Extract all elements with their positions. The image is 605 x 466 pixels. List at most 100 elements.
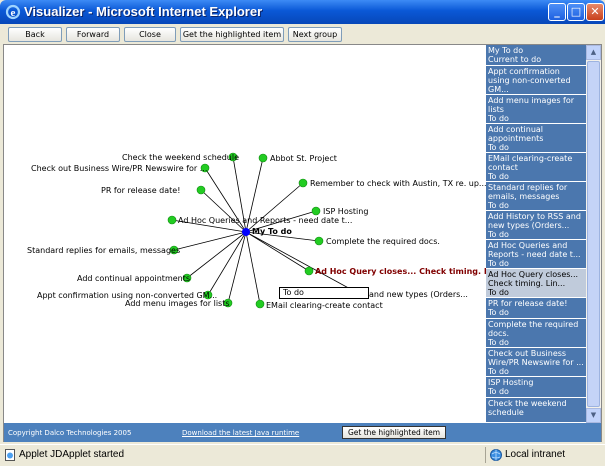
close-button[interactable]: Close: [124, 27, 176, 42]
relationship-graph[interactable]: Check the weekend schedule Abbot St. Proj…: [4, 45, 486, 423]
graph-edge: [245, 231, 310, 272]
get-highlighted-item-button[interactable]: Get the highlighted item: [180, 27, 284, 42]
list-item-type: To do: [488, 201, 509, 210]
graph-center-node[interactable]: [242, 228, 250, 236]
list-item[interactable]: ISP Hosting To do: [486, 377, 586, 398]
graph-edge: [207, 231, 247, 296]
list-item-type: To do: [488, 230, 509, 239]
internet-explorer-icon: e: [5, 4, 21, 20]
graph-node[interactable]: [255, 299, 265, 309]
window-title: Visualizer - Microsoft Internet Explorer: [24, 4, 263, 19]
list-item[interactable]: Add History to RSS and new types (Orders…: [486, 211, 586, 240]
list-item[interactable]: My To do Current to do: [486, 45, 586, 66]
list-item[interactable]: Complete the required docs. To do: [486, 319, 586, 348]
graph-node-label[interactable]: Ad Hoc Queries and Reports - need date t…: [178, 216, 352, 226]
graph-node-label[interactable]: Check out Business Wire/PR Newswire for …: [31, 164, 207, 174]
graph-canvas: [167, 152, 355, 309]
footer-get-highlighted-item-button[interactable]: Get the highlighted item: [342, 426, 446, 439]
graph-node[interactable]: [167, 215, 177, 225]
applet-footer: Copyright Dalco Technologies 2005 Downlo…: [4, 423, 601, 442]
list-item-type: To do: [488, 288, 509, 297]
graph-node-label[interactable]: Standard replies for emails, messages: [27, 246, 180, 256]
graph-node[interactable]: [196, 185, 206, 195]
list-item-name: Ad Hoc Queries and Reports - need date t…: [488, 241, 581, 259]
list-item-name: My To do: [488, 46, 524, 55]
list-item-type: To do: [488, 114, 509, 123]
graph-edge: [173, 231, 247, 251]
minimize-button[interactable]: _: [548, 3, 566, 21]
list-item-name: Standard replies for emails, messages: [488, 183, 568, 201]
graph-node-label[interactable]: Remember to check with Austin, TX re. up…: [310, 179, 486, 189]
download-java-link[interactable]: Download the latest Java runtime: [182, 429, 299, 437]
list-item[interactable]: Add menu images for lists To do: [486, 95, 586, 124]
graph-node[interactable]: [298, 178, 308, 188]
item-list[interactable]: My To do Current to do Appt confirmation u…: [486, 45, 586, 423]
forward-button[interactable]: Forward: [66, 27, 120, 42]
list-item-type: To do: [488, 367, 509, 376]
local-intranet-icon: [490, 449, 502, 461]
list-item-name: PR for release date!: [488, 299, 568, 308]
list-item-type: To do: [488, 172, 509, 181]
list-item-type: Current to do: [488, 55, 542, 64]
graph-edge: [245, 231, 261, 305]
status-bar: Applet JDApplet started Local intranet: [0, 444, 605, 466]
list-item-name: Check the weekend schedule: [488, 399, 567, 417]
list-item[interactable]: Check the weekend schedule: [486, 398, 586, 423]
graph-center-label[interactable]: My To do: [252, 227, 292, 237]
graph-node[interactable]: [304, 266, 314, 276]
list-item-type: To do: [488, 338, 509, 347]
list-item-type: To do: [488, 143, 509, 152]
scroll-thumb[interactable]: [587, 61, 600, 407]
page-icon: [5, 449, 15, 461]
list-item-name: Add menu images for lists: [488, 96, 575, 114]
graph-node-label[interactable]: and new types (Orders...: [369, 290, 468, 300]
title-bar[interactable]: e Visualizer - Microsoft Internet Explor…: [0, 0, 605, 24]
graph-edge: [227, 231, 247, 304]
graph-node-label[interactable]: EMail clearing-create contact: [266, 301, 383, 311]
list-item-name: Add History to RSS and new types (Orders…: [488, 212, 581, 230]
copyright-text: Copyright Dalco Technologies 2005: [8, 429, 132, 437]
list-item[interactable]: Ad Hoc Query closes... Check timing. Lin…: [486, 269, 586, 298]
browser-window: e Visualizer - Microsoft Internet Explor…: [0, 0, 605, 466]
svg-text:e: e: [11, 7, 16, 19]
list-item[interactable]: PR for release date! To do: [486, 298, 586, 319]
graph-node-label[interactable]: PR for release date!: [101, 186, 180, 196]
graph-node-label[interactable]: Check the weekend schedule: [122, 153, 239, 163]
list-item-name: Complete the required docs.: [488, 320, 579, 338]
graph-node-label[interactable]: Add menu images for lists: [125, 299, 230, 309]
list-item[interactable]: Ad Hoc Queries and Reports - need date t…: [486, 240, 586, 269]
graph-node-label[interactable]: Complete the required docs.: [326, 237, 440, 247]
back-button[interactable]: Back: [8, 27, 62, 42]
list-item-name: Add continual appointments: [488, 125, 544, 143]
list-item[interactable]: Standard replies for emails, messages To …: [486, 182, 586, 211]
node-tooltip: To do: [279, 287, 369, 299]
scroll-up-arrow-icon[interactable]: ▲: [586, 45, 601, 60]
graph-node-label[interactable]: Add continual appointments: [77, 274, 190, 284]
list-item-type: To do: [488, 259, 509, 268]
graph-node[interactable]: [311, 206, 321, 216]
list-item-type: To do: [488, 387, 509, 396]
list-item[interactable]: Appt confirmation using non-converted GM…: [486, 66, 586, 95]
list-item-name: Ad Hoc Query closes... Check timing. Lin…: [488, 270, 579, 288]
list-item[interactable]: EMail clearing-create contact To do: [486, 153, 586, 182]
maximize-button[interactable]: □: [567, 3, 585, 21]
list-item-name: EMail clearing-create contact: [488, 154, 573, 172]
graph-node[interactable]: [258, 153, 268, 163]
list-item-name: ISP Hosting: [488, 378, 534, 387]
list-item-name: Check out Business Wire/PR Newswire for …: [488, 349, 584, 367]
graph-node[interactable]: [314, 236, 324, 246]
list-scrollbar[interactable]: ▲ ▼: [586, 45, 601, 423]
list-item[interactable]: Check out Business Wire/PR Newswire for …: [486, 348, 586, 377]
graph-node-label[interactable]: Ad Hoc Query closes... Check timing. Lin…: [315, 267, 486, 277]
list-item[interactable]: Add continual appointments To do: [486, 124, 586, 153]
list-item-type: To do: [488, 308, 509, 317]
graph-node-label[interactable]: Abbot St. Project: [270, 154, 337, 164]
list-item-name: Appt confirmation using non-converted GM…: [488, 67, 571, 94]
security-zone: Local intranet: [505, 449, 566, 460]
scroll-down-arrow-icon[interactable]: ▼: [586, 408, 601, 423]
close-window-button[interactable]: ✕: [586, 3, 604, 21]
status-text: Applet JDApplet started: [19, 449, 125, 460]
applet-toolbar: Back Forward Close Get the highlighted i…: [0, 24, 605, 44]
next-group-button[interactable]: Next group: [288, 27, 342, 42]
graph-edge: [186, 231, 247, 279]
